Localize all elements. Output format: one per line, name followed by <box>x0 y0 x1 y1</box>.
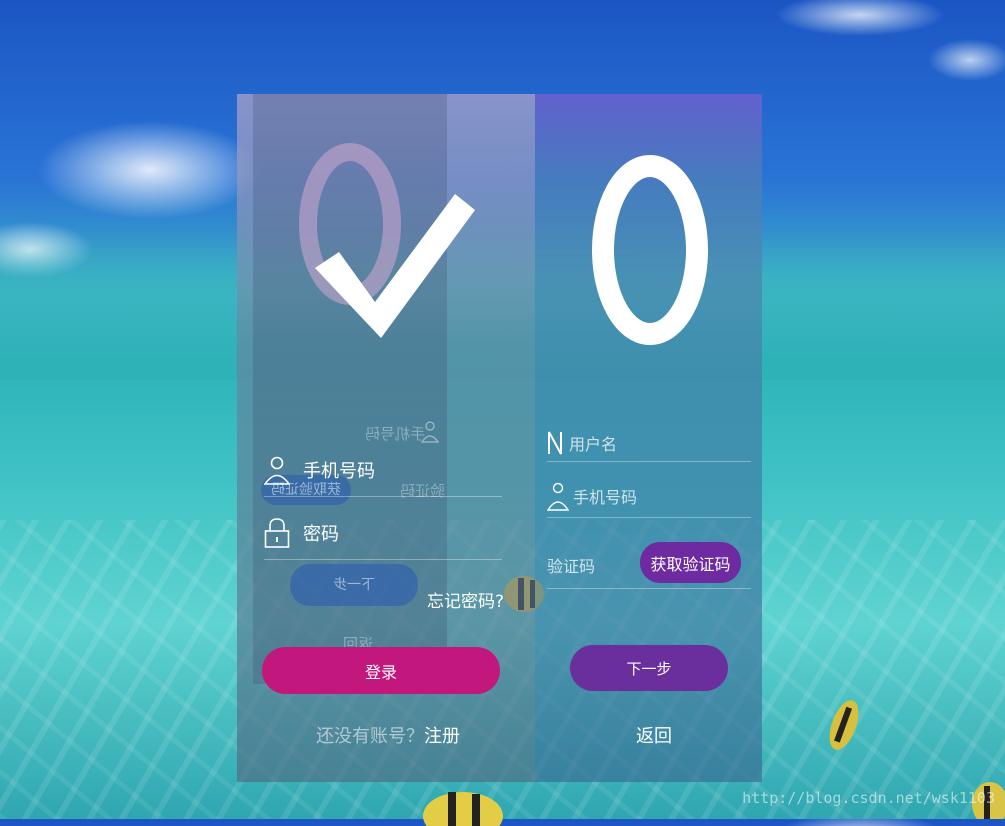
username-placeholder: 用户名 <box>569 434 618 454</box>
next-step-button[interactable]: 下一步 <box>570 645 728 691</box>
check-logo-icon <box>299 143 475 338</box>
username-field[interactable]: 用户名 <box>547 424 751 462</box>
forgot-password-link[interactable]: 忘记密码? <box>427 587 504 612</box>
back-link[interactable]: 返回 <box>636 722 672 748</box>
register-prompt: 还没有账号？注册 <box>316 722 460 748</box>
ghost-phone-label: 手机号码 <box>365 425 426 443</box>
password-field-label: 密码 <box>303 524 339 545</box>
user-icon <box>264 453 290 487</box>
user-icon <box>547 482 569 511</box>
register-link[interactable]: 注册 <box>424 726 460 747</box>
login-button[interactable]: 登录 <box>262 647 500 694</box>
register-phone-placeholder: 手机号码 <box>573 488 638 507</box>
get-code-button[interactable]: 获取验证码 <box>640 542 741 583</box>
phone-field[interactable]: 手机号码 <box>264 444 502 497</box>
no-account-text: 还没有账号？ <box>316 726 424 747</box>
ghost-next-button: 下一步 <box>290 564 418 606</box>
login-panel: 手机号码 验证码 获取验证码 下一步 返回 手机号码 密码 忘记密码? 登录 还… <box>237 94 762 782</box>
ghost-user-icon <box>421 421 439 443</box>
code-placeholder: 验证码 <box>547 557 596 576</box>
watermark: http://blog.csdn.net/wsk1103 <box>742 789 995 807</box>
n-icon <box>548 431 562 454</box>
lock-icon <box>264 516 290 550</box>
phone-field-label: 手机号码 <box>303 461 375 482</box>
register-phone-field[interactable]: 手机号码 <box>547 475 751 518</box>
password-field[interactable]: 密码 <box>264 507 502 560</box>
fish-icon <box>423 792 503 826</box>
fish-icon <box>829 700 859 750</box>
ring-logo-icon <box>592 155 708 345</box>
